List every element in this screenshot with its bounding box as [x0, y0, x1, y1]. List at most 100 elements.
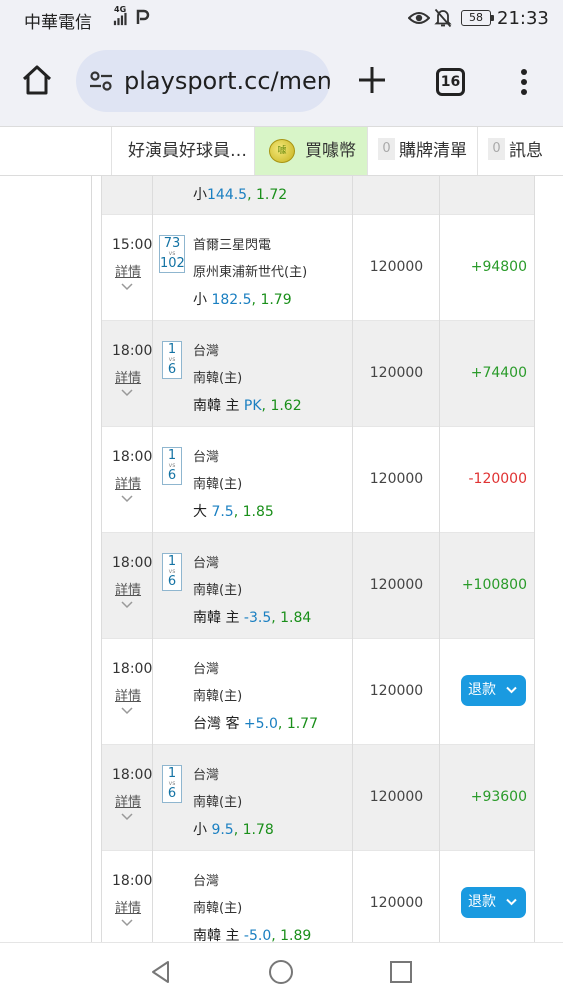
table-row: 15:00 詳情 73 vs 102 首爾三星閃電 原州東浦新世代(主) 小 182… [101, 215, 535, 321]
home-team: 原州東浦新世代(主) [193, 265, 308, 280]
away-team: 台灣 [193, 344, 220, 359]
carrier-label: 中華電信 [24, 13, 92, 33]
table-row: 18:00 詳情 1 vs 6 台灣 南韓(主) 大 7.5, 1.85 12000… [101, 427, 535, 533]
cart-count-badge: 0 [378, 138, 395, 160]
detail-link[interactable]: 詳情 [115, 791, 141, 810]
game-time: 18:00 [112, 555, 153, 571]
home-team: 南韓(主) [193, 901, 243, 916]
table-row: 18:00 詳情 台灣 南韓(主) 南韓 主 -5.0, 1.89 120000… [101, 851, 535, 942]
coin-icon: 噱 [269, 139, 295, 163]
table-row: 小144.5, 1.72 [101, 176, 535, 215]
nav-cart[interactable]: 0 購牌清單 [367, 127, 477, 175]
bet-result: -120000 [468, 471, 528, 487]
away-team: 台灣 [193, 874, 220, 889]
bet-result: +100800 [461, 577, 527, 593]
status-bar: 中華電信 4G 58 21:33 [0, 0, 563, 38]
game-time: 18:00 [112, 767, 153, 783]
score-box: 1 vs 6 [162, 341, 182, 379]
chevron-down-icon [506, 686, 517, 694]
home-icon[interactable] [20, 63, 54, 97]
nav-buy-coins[interactable]: 噱 買噱幣 [254, 127, 367, 175]
signal-icon [113, 12, 127, 26]
message-count-badge: 0 [488, 138, 505, 160]
address-bar[interactable]: playsport.cc/men [76, 50, 330, 112]
table-row: 18:00 詳情 1 vs 6 台灣 南韓(主) 小 9.5, 1.78 12000… [101, 745, 535, 851]
table-row: 18:00 詳情 1 vs 6 台灣 南韓(主) 南韓 主 PK, 1.62 120… [101, 321, 535, 427]
detail-link[interactable]: 詳情 [115, 261, 141, 280]
site-nav: 好演員好球員… 噱 買噱幣 0 購牌清單 0 訊息 [0, 126, 563, 176]
chevron-down-icon[interactable] [121, 283, 133, 291]
nav-messages-label: 訊息 [509, 141, 543, 161]
score-box: 1 vs 6 [162, 447, 182, 485]
away-team: 台灣 [193, 662, 220, 677]
away-team: 首爾三星閃電 [193, 238, 272, 253]
refund-label: 退款 [468, 682, 496, 698]
bet-amount: 120000 [369, 471, 424, 487]
detail-link[interactable]: 詳情 [115, 473, 141, 492]
refund-button[interactable]: 退款 [461, 675, 526, 706]
system-nav-bar [0, 942, 563, 1000]
new-tab-icon[interactable] [357, 65, 387, 95]
divider [91, 176, 92, 942]
bet-history: 小144.5, 1.72 15:00 詳情 73 vs 102 首爾三星閃電 原州東… [0, 176, 563, 942]
bet-result: +74400 [470, 365, 527, 381]
clock: 21:33 [497, 8, 549, 29]
app-notification-icon [136, 9, 150, 24]
detail-link[interactable]: 詳情 [115, 579, 141, 598]
bet-pick: 大 7.5, 1.85 [193, 504, 274, 520]
home-circle-icon[interactable] [268, 959, 294, 985]
bet-amount: 120000 [369, 259, 424, 275]
bet-pick: 小 9.5, 1.78 [193, 822, 274, 838]
bet-pick: 南韓 主 -5.0, 1.89 [193, 928, 312, 942]
bet-amount: 120000 [369, 683, 424, 699]
game-time: 18:00 [112, 343, 153, 359]
chevron-down-icon[interactable] [121, 389, 133, 397]
detail-link[interactable]: 詳情 [115, 897, 141, 916]
nav-player-name[interactable]: 好演員好球員… [111, 127, 254, 175]
detail-link[interactable]: 詳情 [115, 685, 141, 704]
nav-messages[interactable]: 0 訊息 [477, 127, 563, 175]
bet-pick: 南韓 主 -3.5, 1.84 [193, 610, 312, 626]
chevron-down-icon[interactable] [121, 601, 133, 609]
bet-pick: 小 182.5, 1.79 [193, 292, 292, 308]
game-time: 18:00 [112, 873, 153, 889]
detail-link[interactable]: 詳情 [115, 367, 141, 386]
away-team: 台灣 [193, 556, 220, 571]
chevron-down-icon[interactable] [121, 495, 133, 503]
refund-button[interactable]: 退款 [461, 887, 526, 918]
away-team: 台灣 [193, 450, 220, 465]
bet-amount: 120000 [369, 789, 424, 805]
score-box: 1 vs 6 [162, 765, 182, 803]
eye-comfort-icon [408, 12, 430, 24]
url-text: playsport.cc/men [124, 67, 330, 95]
recents-icon[interactable] [388, 959, 414, 985]
bet-amount: 120000 [369, 365, 424, 381]
tabs-button[interactable]: 16 [436, 68, 465, 96]
chevron-down-icon[interactable] [121, 707, 133, 715]
chevron-down-icon[interactable] [121, 919, 133, 927]
bet-pick: 南韓 主 PK, 1.62 [193, 398, 302, 414]
home-team: 南韓(主) [193, 371, 243, 386]
table-row: 18:00 詳情 台灣 南韓(主) 台灣 客 +5.0, 1.77 120000… [101, 639, 535, 745]
bet-pick: 小144.5, 1.72 [193, 187, 288, 203]
table-row: 18:00 詳情 1 vs 6 台灣 南韓(主) 南韓 主 -3.5, 1.84 1… [101, 533, 535, 639]
bet-amount: 120000 [369, 577, 424, 593]
home-team: 南韓(主) [193, 689, 243, 704]
bet-result: +94800 [470, 259, 527, 275]
home-team: 南韓(主) [193, 795, 243, 810]
site-info-icon[interactable] [88, 70, 114, 92]
game-time: 15:00 [112, 237, 153, 253]
back-icon[interactable] [148, 959, 174, 985]
game-time: 18:00 [112, 449, 153, 465]
refund-label: 退款 [468, 894, 496, 910]
browser-toolbar: playsport.cc/men 16 [0, 38, 563, 126]
score-box: 73 vs 102 [159, 235, 185, 273]
home-team: 南韓(主) [193, 583, 243, 598]
battery-indicator: 58 [461, 10, 494, 26]
away-team: 台灣 [193, 768, 220, 783]
bet-result: +93600 [470, 789, 527, 805]
game-time: 18:00 [112, 661, 153, 677]
more-menu-icon[interactable] [520, 68, 528, 96]
chevron-down-icon[interactable] [121, 813, 133, 821]
bet-pick: 台灣 客 +5.0, 1.77 [193, 716, 318, 732]
